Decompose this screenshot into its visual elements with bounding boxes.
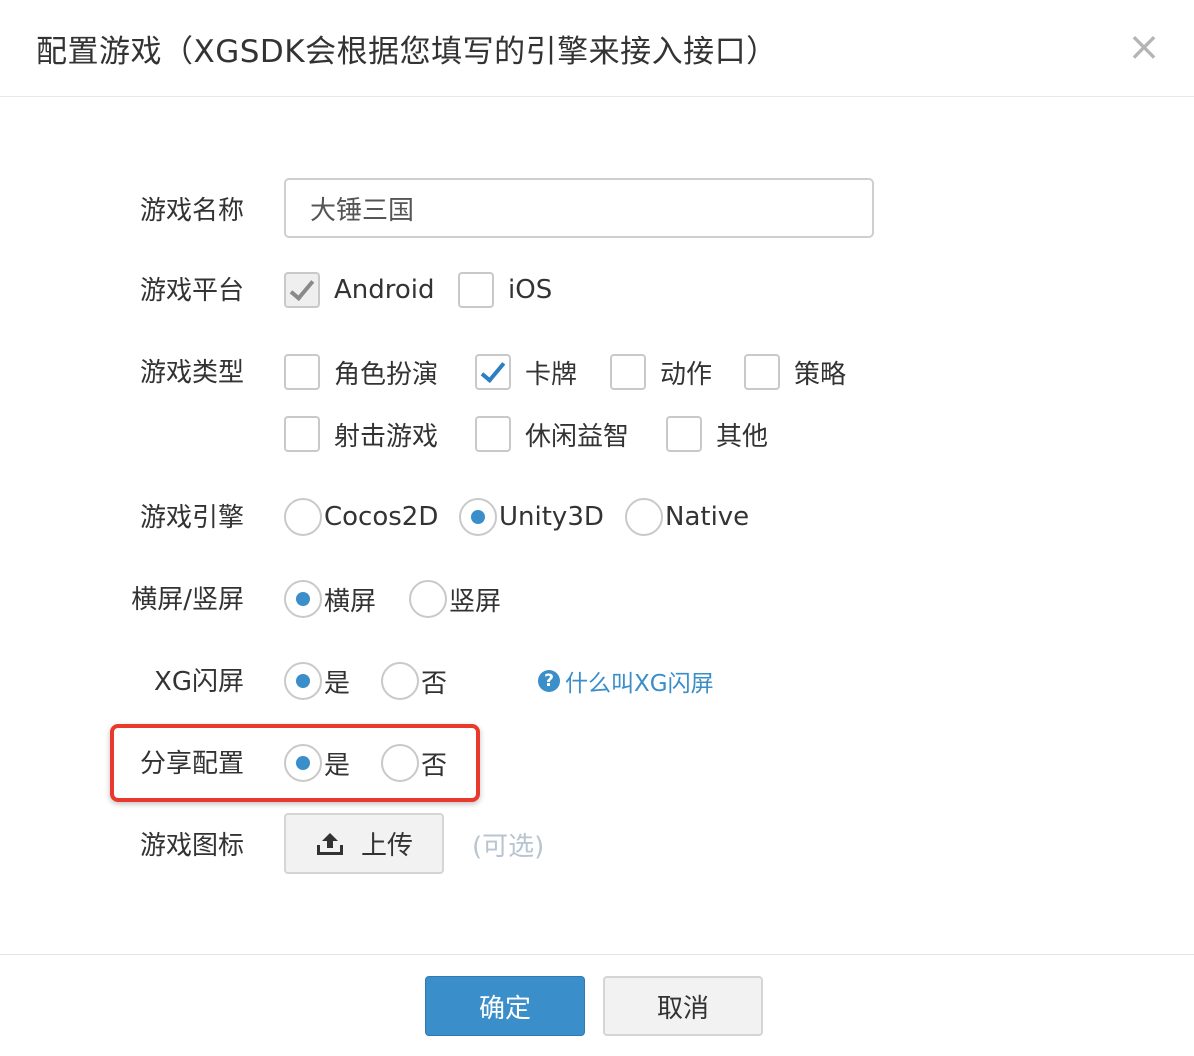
share-config-yes-label: 是 <box>324 750 351 781</box>
question-icon: ? <box>538 670 560 692</box>
share-config-option-yes[interactable]: 是 <box>284 743 350 783</box>
rpg-checkbox[interactable] <box>284 354 320 390</box>
native-label: Native <box>665 502 750 532</box>
rpg-label: 角色扮演 <box>334 359 439 390</box>
upload-label: 上传 <box>360 831 413 861</box>
unity3d-label: Unity3D <box>499 502 604 532</box>
xg-splash-option-yes[interactable]: 是 <box>284 661 350 701</box>
game-type-option-shooter[interactable]: 射击游戏 <box>284 414 438 454</box>
share-config-label: 分享配置 <box>139 749 244 779</box>
share-config-yes-radio[interactable] <box>284 744 322 782</box>
xg-splash-help-link[interactable]: ? 什么叫XG闪屏 <box>538 664 714 698</box>
dialog-header: 配置游戏（XGSDK会根据您填写的引擎来接入接口） × <box>0 0 1194 97</box>
share-config-no-label: 否 <box>421 750 448 781</box>
other-label: 其他 <box>716 421 769 452</box>
cancel-button[interactable]: 取消 <box>603 976 763 1036</box>
dialog-footer <box>0 954 1194 1056</box>
xg-splash-no-radio[interactable] <box>381 662 419 700</box>
ios-label: iOS <box>508 275 553 305</box>
shooter-label: 射击游戏 <box>334 421 439 452</box>
confirm-button[interactable]: 确定 <box>425 976 585 1036</box>
strategy-checkbox[interactable] <box>744 354 780 390</box>
engine-option-native[interactable]: Native <box>625 497 749 537</box>
casual-checkbox[interactable] <box>475 416 511 452</box>
cocos2d-label: Cocos2D <box>324 502 439 532</box>
radio-selected-dot <box>471 510 485 524</box>
card-checkbox[interactable] <box>475 354 511 390</box>
strategy-label: 策略 <box>794 359 847 390</box>
game-type-option-other[interactable]: 其他 <box>666 414 768 454</box>
engine-option-cocos2d[interactable]: Cocos2D <box>284 497 438 537</box>
landscape-radio[interactable] <box>284 580 322 618</box>
dialog-title: 配置游戏（XGSDK会根据您填写的引擎来接入接口） <box>36 34 778 70</box>
portrait-radio[interactable] <box>409 580 447 618</box>
xg-splash-option-no[interactable]: 否 <box>381 661 447 701</box>
landscape-label: 横屏 <box>324 586 377 617</box>
game-type-option-action[interactable]: 动作 <box>610 352 712 392</box>
check-icon <box>480 356 506 384</box>
other-checkbox[interactable] <box>666 416 702 452</box>
platform-label: 游戏平台 <box>139 276 244 306</box>
upload-button[interactable]: 上传 <box>284 813 444 874</box>
platform-option-android[interactable]: Android <box>284 270 435 310</box>
orientation-label: 横屏/竖屏 <box>131 585 244 615</box>
game-type-label: 游戏类型 <box>139 358 244 388</box>
xg-splash-no-label: 否 <box>421 668 448 699</box>
share-config-option-no[interactable]: 否 <box>381 743 447 783</box>
radio-selected-dot <box>296 592 310 606</box>
game-name-input[interactable] <box>284 178 874 238</box>
native-radio[interactable] <box>625 498 663 536</box>
radio-selected-dot <box>296 674 310 688</box>
game-icon-label: 游戏图标 <box>139 831 244 861</box>
xg-splash-yes-label: 是 <box>324 668 351 699</box>
radio-selected-dot <box>296 756 310 770</box>
engine-label: 游戏引擎 <box>139 503 244 533</box>
close-icon[interactable]: × <box>1124 22 1164 72</box>
xg-splash-help-text: 什么叫XG闪屏 <box>565 671 714 697</box>
upload-icon <box>316 832 343 855</box>
ios-checkbox[interactable] <box>458 272 494 308</box>
android-label: Android <box>334 275 435 305</box>
cocos2d-radio[interactable] <box>284 498 322 536</box>
config-game-dialog: 配置游戏（XGSDK会根据您填写的引擎来接入接口） × 游戏名称 游戏平台 An… <box>0 0 1194 1056</box>
game-name-label: 游戏名称 <box>139 196 244 226</box>
shooter-checkbox[interactable] <box>284 416 320 452</box>
action-label: 动作 <box>660 359 713 390</box>
orientation-option-landscape[interactable]: 横屏 <box>284 579 376 619</box>
game-type-option-rpg[interactable]: 角色扮演 <box>284 352 438 392</box>
xg-splash-yes-radio[interactable] <box>284 662 322 700</box>
android-checkbox[interactable] <box>284 272 320 308</box>
action-checkbox[interactable] <box>610 354 646 390</box>
game-type-option-casual[interactable]: 休闲益智 <box>475 414 629 454</box>
casual-label: 休闲益智 <box>525 421 630 452</box>
card-label: 卡牌 <box>525 359 578 390</box>
optional-note: (可选) <box>472 832 545 862</box>
portrait-label: 竖屏 <box>449 586 502 617</box>
share-config-no-radio[interactable] <box>381 744 419 782</box>
game-type-option-card[interactable]: 卡牌 <box>475 352 577 392</box>
unity3d-radio[interactable] <box>459 498 497 536</box>
orientation-option-portrait[interactable]: 竖屏 <box>409 579 501 619</box>
xg-splash-label: XG闪屏 <box>154 667 244 697</box>
engine-option-unity3d[interactable]: Unity3D <box>459 497 604 537</box>
platform-option-ios[interactable]: iOS <box>458 270 552 310</box>
game-type-option-strategy[interactable]: 策略 <box>744 352 846 392</box>
check-icon <box>289 274 315 302</box>
